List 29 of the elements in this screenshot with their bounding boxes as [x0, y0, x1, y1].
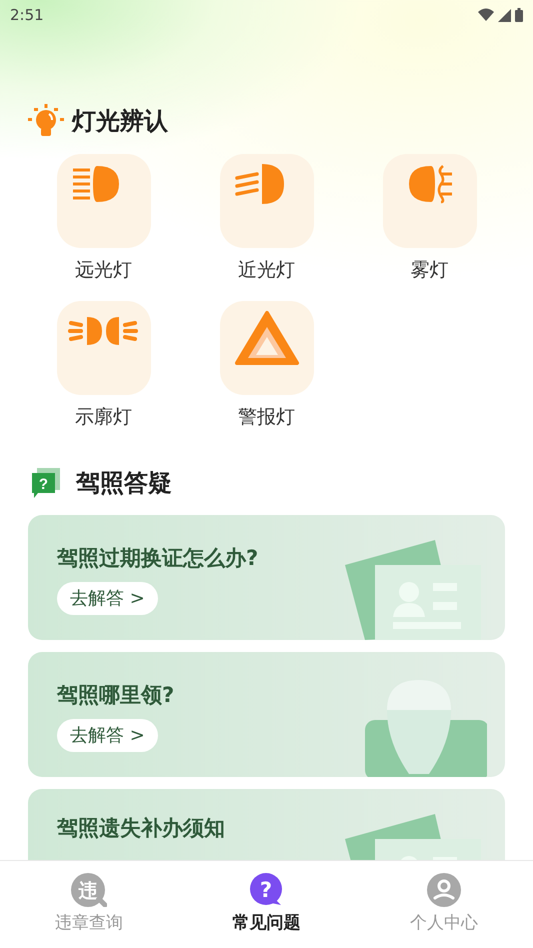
faq-card[interactable]: 驾照遗失补办须知 — [28, 788, 505, 860]
tab[interactable]: ? 常见问题 — [178, 861, 356, 948]
section-title: 驾照答疑 — [76, 468, 172, 499]
light-label[interactable]: 雾灯 — [410, 256, 448, 285]
faq-question: 驾照过期换证怎么办? — [57, 544, 258, 572]
light-label[interactable]: 示廓灯 — [75, 402, 132, 432]
search-icon: 违 — [70, 873, 107, 907]
warning-triangle-icon[interactable] — [220, 300, 314, 395]
light-label[interactable]: 警报灯 — [238, 402, 295, 432]
light-bulb-icon — [28, 104, 64, 138]
faq-card[interactable]: 驾照过期换证怎么办? 去解答 > — [28, 514, 505, 640]
fog-light-icon[interactable] — [382, 154, 476, 248]
faq-card[interactable]: 驾照哪里领? 去解答 > — [28, 652, 505, 777]
answer-button[interactable]: 去解答 > — [57, 582, 158, 616]
light-label[interactable]: 远光灯 — [75, 256, 132, 285]
faq-question: 驾照遗失补办须知 — [57, 814, 225, 842]
status-time: 2:51 — [10, 5, 44, 26]
battery-icon — [515, 8, 523, 22]
wifi-icon — [478, 8, 494, 22]
question-icon: ? — [248, 873, 284, 907]
low-beam-icon[interactable] — [220, 154, 314, 248]
section-title: 灯光辨认 — [72, 106, 168, 138]
light-label[interactable]: 近光灯 — [238, 256, 295, 285]
high-beam-icon[interactable] — [56, 154, 150, 248]
signal-icon — [498, 8, 511, 22]
profile-icon — [426, 873, 462, 907]
marker-light-icon[interactable] — [56, 300, 150, 395]
answer-button[interactable]: 去解答 > — [57, 719, 158, 752]
faq-question: 驾照哪里领? — [57, 682, 174, 709]
